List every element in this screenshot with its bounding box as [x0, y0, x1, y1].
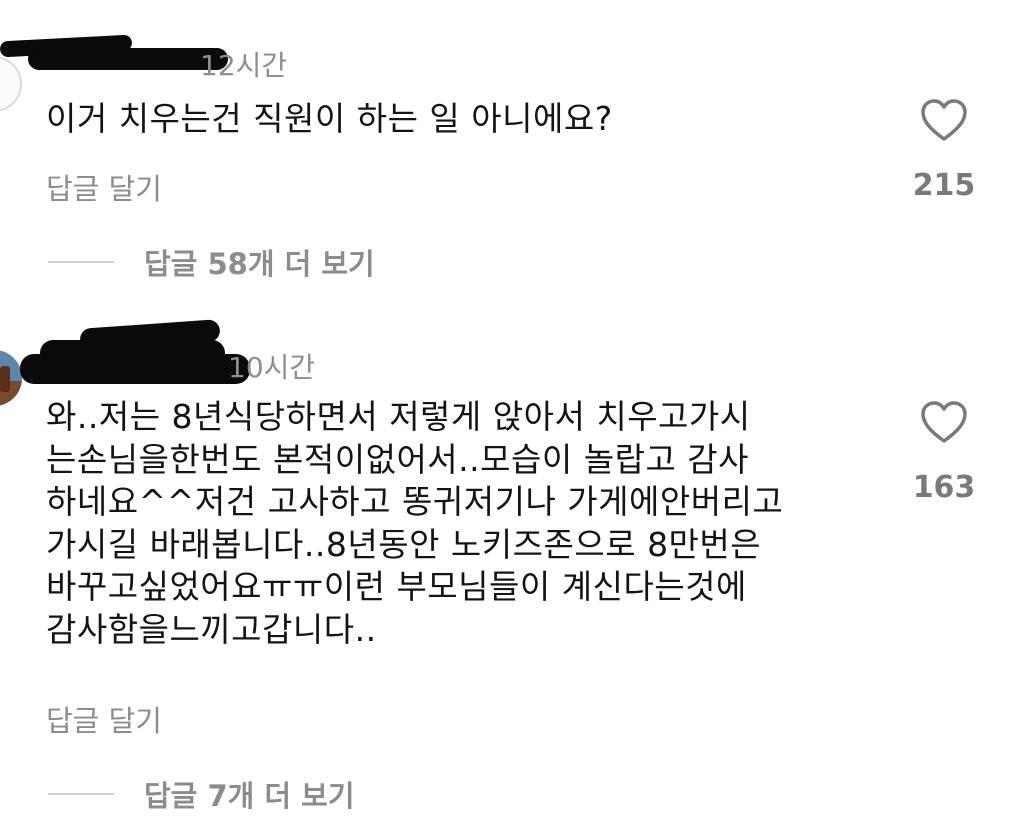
reply-button[interactable]: 답글 달기	[46, 698, 162, 740]
like-count: 163	[912, 470, 976, 505]
heart-outline-icon	[921, 401, 967, 443]
comment-text-line: 감사함을느끼고갑니다..	[46, 609, 377, 649]
like-count: 215	[912, 168, 976, 203]
heart-outline-icon	[921, 99, 967, 141]
redaction-mark	[20, 354, 250, 384]
redaction-mark	[28, 48, 228, 70]
divider-line	[48, 261, 114, 263]
comment-timestamp: 10시간	[228, 351, 316, 384]
comment-text-line: 는손님을한번도 본적이없어서..모습이 놀랍고 감사	[46, 439, 750, 479]
view-replies-label: 답글 7개 더 보기	[144, 779, 355, 813]
avatar-figure	[0, 366, 10, 392]
like-button[interactable]: 215	[899, 98, 989, 203]
view-replies-button[interactable]: 답글 58개 더 보기	[48, 242, 375, 282]
comment-text: 이거 치우는건 직원이 하는 일 아니에요?	[46, 99, 613, 138]
comment-text: 와..저는 8년식당하면서 저렇게 앉아서 치우고가시 는손님을한번도 본적이없…	[46, 396, 876, 651]
reply-button[interactable]: 답글 달기	[46, 166, 162, 208]
avatar[interactable]	[0, 350, 22, 406]
comment-text-line: 바꾸고싶었어요ㅠㅠ이런 부모님들이 계신다는것에	[46, 567, 747, 606]
view-replies-button[interactable]: 답글 7개 더 보기	[48, 774, 355, 814]
view-replies-label: 답글 58개 더 보기	[144, 247, 375, 281]
comment-text-line: 하네요^^저건 고사하고 똥귀저기나 가게에안버리고	[46, 482, 784, 521]
like-button[interactable]: 163	[899, 400, 989, 505]
comment-text-line: 가시길 바래봅니다..8년동안 노키즈존으로 8만번은	[46, 524, 762, 564]
avatar[interactable]	[0, 56, 22, 112]
comment-timestamp: 12시간	[200, 49, 288, 82]
divider-line	[48, 793, 114, 795]
comment-text-line: 와..저는 8년식당하면서 저렇게 앉아서 치우고가시	[46, 397, 751, 436]
